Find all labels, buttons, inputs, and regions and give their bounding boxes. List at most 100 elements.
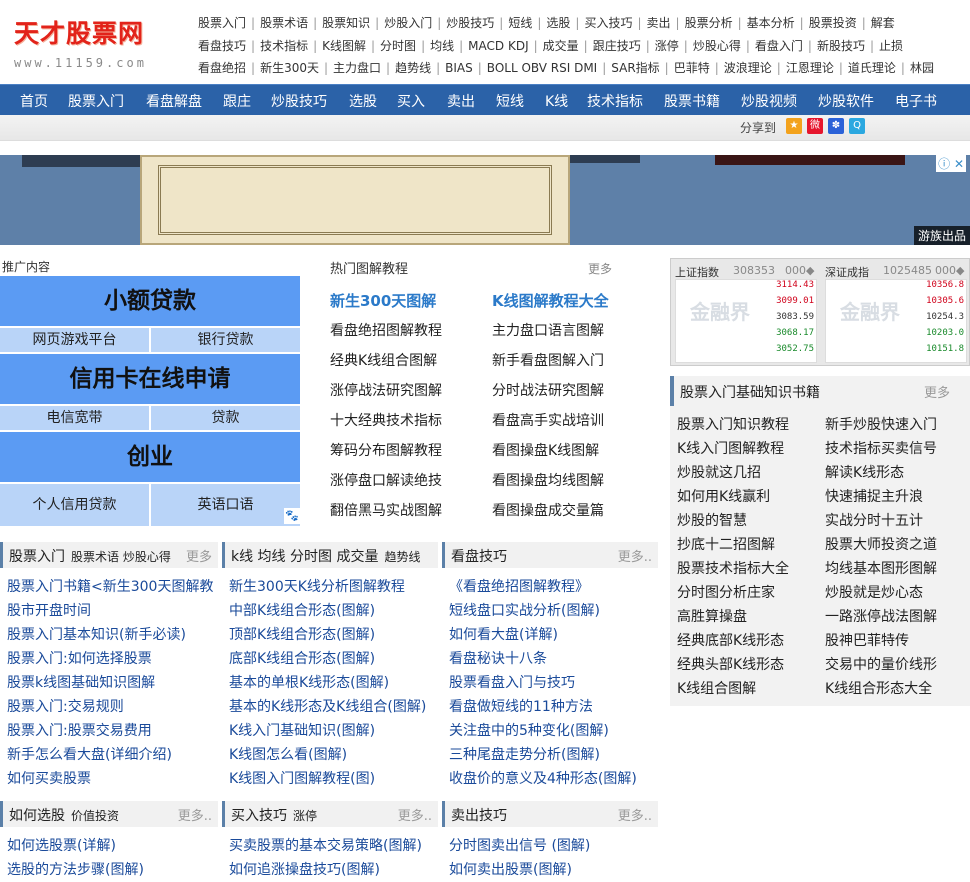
hot-link[interactable]: 看图操盘K线图解 <box>492 440 599 460</box>
panel-title-sub[interactable]: 价值投资 <box>71 809 119 823</box>
site-logo[interactable]: 天才股票网 www.11159.com <box>14 14 184 74</box>
panel-title-text[interactable]: 买入技巧 <box>231 808 287 824</box>
nav-item[interactable]: 买入 <box>397 91 425 111</box>
nav-item[interactable]: 跟庄 <box>223 91 251 111</box>
hot-link[interactable]: 看盘高手实战培训 <box>492 410 604 430</box>
panel-link[interactable]: K线图怎么看(图解) <box>229 744 347 764</box>
panel-link[interactable]: 股票入门书籍<新生300天图解教 <box>7 576 213 596</box>
books-more-link[interactable]: 更多 <box>924 382 950 401</box>
nav-item[interactable]: 股票入门 <box>68 91 124 111</box>
nav-item[interactable]: 炒股视频 <box>741 91 797 111</box>
top-link[interactable]: 江恩理论 <box>786 59 834 76</box>
hot-link[interactable]: 看盘绝招图解教程 <box>330 320 442 340</box>
book-link[interactable]: 抄底十二招图解 <box>677 534 775 554</box>
top-link[interactable]: 选股 <box>546 14 570 31</box>
top-link[interactable]: 主力盘口 <box>333 59 381 76</box>
promo-link[interactable]: 网页游戏平台 <box>0 328 149 352</box>
top-link[interactable]: 跟庄技巧 <box>593 37 641 54</box>
book-link[interactable]: 新手炒股快速入门 <box>825 414 937 434</box>
top-link[interactable]: 看盘技巧 <box>198 37 246 54</box>
panel-link[interactable]: 股票入门:交易规则 <box>7 696 124 716</box>
panel-link[interactable]: 分时图卖出信号 (图解) <box>449 835 590 855</box>
nav-item[interactable]: 技术指标 <box>587 91 643 111</box>
top-link[interactable]: 分时图 <box>380 37 416 54</box>
hot-featured-link[interactable]: K线图解教程大全 <box>492 290 609 311</box>
panel-title-text[interactable]: k线 均线 分时图 成交量 <box>231 549 378 565</box>
panel-link[interactable]: 如何选股票(详解) <box>7 835 116 855</box>
hot-more-link[interactable]: 更多 <box>588 260 612 277</box>
nav-item[interactable]: 看盘解盘 <box>146 91 202 111</box>
panel-title[interactable]: k线 均线 分时图 成交量 趋势线 <box>231 546 420 566</box>
top-link[interactable]: 看盘绝招 <box>198 59 246 76</box>
top-link[interactable]: 炒股入门 <box>384 14 432 31</box>
book-link[interactable]: 高胜算操盘 <box>677 606 747 626</box>
panel-title[interactable]: 卖出技巧 <box>451 805 507 825</box>
panel-more-link[interactable]: 更多.. <box>618 546 652 565</box>
promo-link[interactable]: 个人信用贷款 <box>0 484 149 526</box>
panel-link[interactable]: 如何买卖股票 <box>7 768 91 788</box>
panel-title-text[interactable]: 如何选股 <box>9 808 65 824</box>
panel-more-link[interactable]: 更多 <box>186 546 212 565</box>
panel-link[interactable]: 三种尾盘走势分析(图解) <box>449 744 600 764</box>
book-link[interactable]: 股票大师投资之道 <box>825 534 937 554</box>
panel-title-sub[interactable]: 趋势线 <box>384 550 420 564</box>
hot-link[interactable]: 主力盘口语言图解 <box>492 320 604 340</box>
panel-link[interactable]: 基本的K线形态及K线组合(图解) <box>229 696 426 716</box>
panel-link[interactable]: 看盘秘诀十八条 <box>449 648 547 668</box>
share-qq-icon[interactable]: Q <box>849 118 865 134</box>
nav-item[interactable]: 卖出 <box>447 91 475 111</box>
panel-link[interactable]: 如何看大盘(详解) <box>449 624 558 644</box>
top-link[interactable]: 短线 <box>508 14 532 31</box>
panel-more-link[interactable]: 更多.. <box>178 805 212 824</box>
book-link[interactable]: 股神巴菲特传 <box>825 630 909 650</box>
panel-more-link[interactable]: 更多.. <box>398 805 432 824</box>
top-link[interactable]: K线图解 <box>322 37 366 54</box>
panel-link[interactable]: 顶部K线组合形态(图解) <box>229 624 375 644</box>
top-link[interactable]: 买入技巧 <box>584 14 632 31</box>
banner-ad[interactable]: ⓘ ✕ 游族出品 <box>0 155 970 245</box>
nav-item[interactable]: 炒股软件 <box>818 91 874 111</box>
panel-link[interactable]: 看盘做短线的11种方法 <box>449 696 593 716</box>
panel-link[interactable]: 选股的方法步骤(图解) <box>7 859 144 879</box>
hot-link[interactable]: 十大经典技术指标 <box>330 410 442 430</box>
promo-link-big-2[interactable]: 信用卡在线申请 <box>0 354 300 404</box>
panel-link[interactable]: 如何追涨操盘技巧(图解) <box>229 859 380 879</box>
top-link[interactable]: 波浪理论 <box>724 59 772 76</box>
panel-link[interactable]: 股票入门:股票交易费用 <box>7 720 152 740</box>
top-link[interactable]: 技术指标 <box>260 37 308 54</box>
hot-featured-link[interactable]: 新生300天图解 <box>330 290 436 311</box>
top-link[interactable]: 股票知识 <box>322 14 370 31</box>
promo-link[interactable]: 电信宽带 <box>0 406 149 430</box>
panel-link[interactable]: 底部K线组合形态(图解) <box>229 648 375 668</box>
top-link[interactable]: 成交量 <box>543 37 579 54</box>
top-link[interactable]: 道氏理论 <box>848 59 896 76</box>
hot-link[interactable]: 涨停盘口解读绝技 <box>330 470 442 490</box>
book-link[interactable]: 均线基本图形图解 <box>825 558 937 578</box>
panel-link[interactable]: 股票入门基本知识(新手必读) <box>7 624 186 644</box>
hot-link[interactable]: 筹码分布图解教程 <box>330 440 442 460</box>
panel-link[interactable]: 基本的单根K线形态(图解) <box>229 672 389 692</box>
panel-title[interactable]: 股票入门 股票术语 炒股心得 <box>9 546 171 566</box>
panel-link[interactable]: 中部K线组合形态(图解) <box>229 600 375 620</box>
nav-item[interactable]: 选股 <box>349 91 377 111</box>
top-link[interactable]: 卖出 <box>647 14 671 31</box>
book-link[interactable]: 股票技术指标大全 <box>677 558 789 578</box>
nav-item[interactable]: 炒股技巧 <box>271 91 327 111</box>
panel-link[interactable]: 股票k线图基础知识图解 <box>7 672 155 692</box>
share-baidu-icon[interactable]: ✽ <box>828 118 844 134</box>
top-link[interactable]: 解套 <box>871 14 895 31</box>
promo-link[interactable]: 银行贷款 <box>151 328 300 352</box>
hot-link[interactable]: 经典K线组合图解 <box>330 350 437 370</box>
top-link[interactable]: 股票分析 <box>685 14 733 31</box>
top-link[interactable]: 炒股技巧 <box>446 14 494 31</box>
hot-link[interactable]: 翻倍黑马实战图解 <box>330 500 442 520</box>
panel-link[interactable]: 股票看盘入门与技巧 <box>449 672 575 692</box>
sz-index-widget[interactable]: 深证成指 1025485 000◆ 金融界 10356.8 10305.6 10… <box>821 259 970 365</box>
top-link[interactable]: 涨停 <box>655 37 679 54</box>
panel-title[interactable]: 买入技巧 涨停 <box>231 805 317 825</box>
panel-title-text[interactable]: 看盘技巧 <box>451 549 507 565</box>
book-link[interactable]: 实战分时十五计 <box>825 510 923 530</box>
panel-title-sub[interactable]: 涨停 <box>293 809 317 823</box>
top-link[interactable]: 止损 <box>879 37 903 54</box>
top-link[interactable]: 新生300天 <box>260 59 319 76</box>
